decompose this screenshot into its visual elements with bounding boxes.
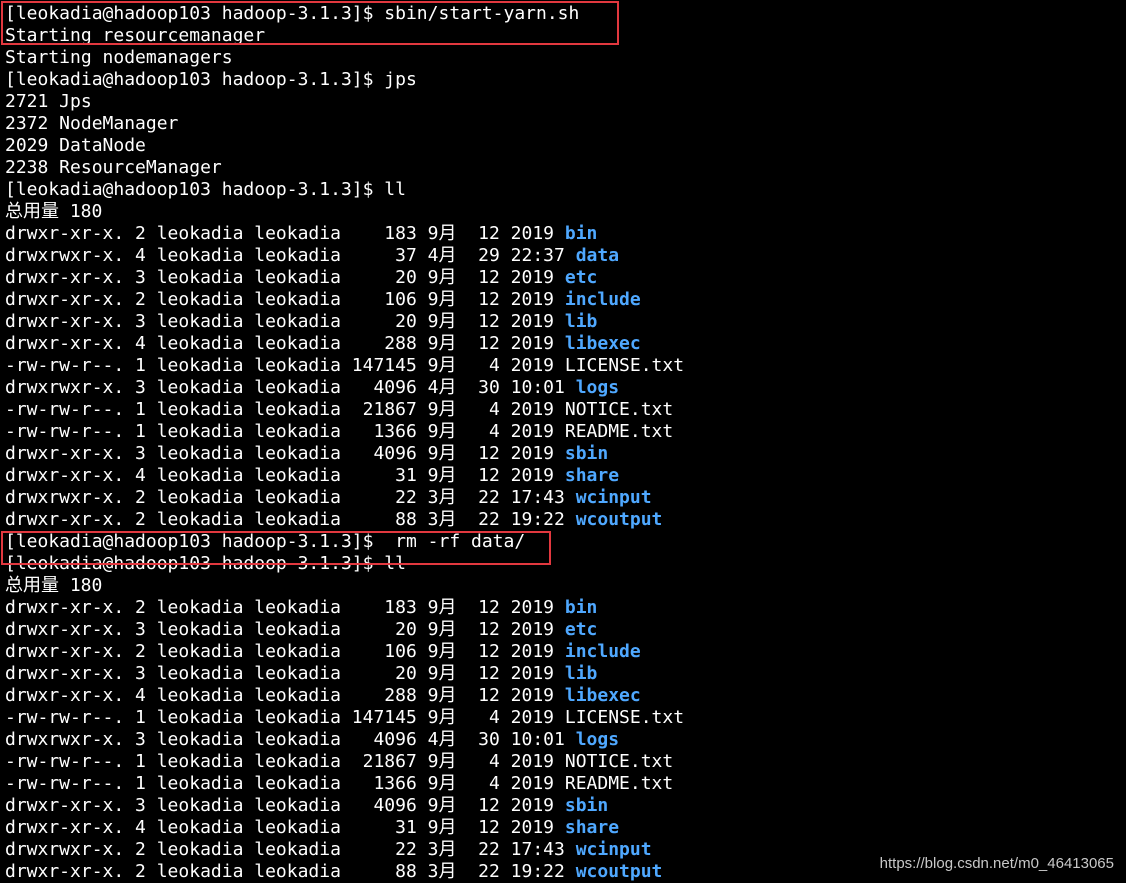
entry-meta: -rw-rw-r--. 1 leokadia leokadia 147145 9…: [5, 707, 565, 728]
listing-entry: drwxr-xr-x. 3 leokadia leokadia 20 9月 12…: [5, 267, 1126, 289]
entry-meta: -rw-rw-r--. 1 leokadia leokadia 1366 9月 …: [5, 773, 565, 794]
terminal-window[interactable]: [leokadia@hadoop103 hadoop-3.1.3]$ sbin/…: [0, 0, 1126, 883]
directory-name: bin: [564, 597, 598, 618]
directory-name: lib: [564, 311, 598, 332]
listing-entry: -rw-rw-r--. 1 leokadia leokadia 21867 9月…: [5, 751, 1126, 773]
entry-meta: drwxrwxr-x. 2 leokadia leokadia 22 3月 22…: [5, 487, 576, 508]
directory-name: sbin: [564, 443, 609, 464]
output-line: 2721 Jps: [5, 91, 92, 112]
entry-meta: drwxr-xr-x. 2 leokadia leokadia 106 9月 1…: [5, 289, 565, 310]
entry-meta: drwxrwxr-x. 3 leokadia leokadia 4096 4月 …: [5, 729, 576, 750]
directory-name: share: [564, 817, 620, 838]
entry-meta: drwxr-xr-x. 2 leokadia leokadia 183 9月 1…: [5, 597, 565, 618]
listing-entry: drwxr-xr-x. 3 leokadia leokadia 20 9月 12…: [5, 311, 1126, 333]
entry-meta: drwxr-xr-x. 3 leokadia leokadia 20 9月 12…: [5, 267, 565, 288]
entry-meta: drwxr-xr-x. 2 leokadia leokadia 88 3月 22…: [5, 861, 576, 882]
listing-entry: -rw-rw-r--. 1 leokadia leokadia 147145 9…: [5, 707, 1126, 729]
entry-meta: drwxr-xr-x. 3 leokadia leokadia 4096 9月 …: [5, 443, 565, 464]
listing-entry: drwxr-xr-x. 2 leokadia leokadia 183 9月 1…: [5, 597, 1126, 619]
listing-entry: drwxr-xr-x. 4 leokadia leokadia 288 9月 1…: [5, 685, 1126, 707]
listing-entry: -rw-rw-r--. 1 leokadia leokadia 21867 9月…: [5, 399, 1126, 421]
listing-entry: drwxrwxr-x. 3 leokadia leokadia 4096 4月 …: [5, 377, 1126, 399]
output-line: Starting nodemanagers: [5, 47, 233, 68]
file-name: NOTICE.txt: [564, 399, 674, 420]
directory-name: wcoutput: [575, 509, 663, 530]
watermark: https://blog.csdn.net/m0_46413065: [879, 855, 1114, 872]
output-line: Starting resourcemanager: [5, 25, 266, 46]
output-line: 总用量 180: [5, 201, 103, 222]
entry-meta: drwxr-xr-x. 4 leokadia leokadia 288 9月 1…: [5, 333, 565, 354]
entry-meta: drwxr-xr-x. 3 leokadia leokadia 20 9月 12…: [5, 663, 565, 684]
directory-name: data: [575, 245, 620, 266]
listing-entry: drwxr-xr-x. 4 leokadia leokadia 31 9月 12…: [5, 465, 1126, 487]
directory-name: libexec: [564, 685, 641, 706]
command-line: [leokadia@hadoop103 hadoop-3.1.3]$ sbin/…: [5, 3, 580, 24]
output-line: 2029 DataNode: [5, 135, 146, 156]
entry-meta: drwxr-xr-x. 2 leokadia leokadia 88 3月 22…: [5, 509, 576, 530]
directory-name: etc: [564, 619, 598, 640]
listing-entry: drwxr-xr-x. 2 leokadia leokadia 88 3月 22…: [5, 509, 1126, 531]
listing-entry: drwxr-xr-x. 2 leokadia leokadia 106 9月 1…: [5, 641, 1126, 663]
entry-meta: -rw-rw-r--. 1 leokadia leokadia 21867 9月…: [5, 399, 565, 420]
entry-meta: drwxr-xr-x. 4 leokadia leokadia 31 9月 12…: [5, 817, 565, 838]
entry-meta: drwxr-xr-x. 4 leokadia leokadia 31 9月 12…: [5, 465, 565, 486]
listing-entry: -rw-rw-r--. 1 leokadia leokadia 147145 9…: [5, 355, 1126, 377]
listing-entry: drwxr-xr-x. 4 leokadia leokadia 31 9月 12…: [5, 817, 1126, 839]
listing-entry: -rw-rw-r--. 1 leokadia leokadia 1366 9月 …: [5, 773, 1126, 795]
directory-name: wcoutput: [575, 861, 663, 882]
entry-meta: -rw-rw-r--. 1 leokadia leokadia 21867 9月…: [5, 751, 565, 772]
command-line: [leokadia@hadoop103 hadoop-3.1.3]$ rm -r…: [5, 531, 526, 552]
output-line: 2372 NodeManager: [5, 113, 179, 134]
entry-meta: -rw-rw-r--. 1 leokadia leokadia 147145 9…: [5, 355, 565, 376]
directory-name: include: [564, 641, 641, 662]
entry-meta: drwxr-xr-x. 3 leokadia leokadia 20 9月 12…: [5, 311, 565, 332]
directory-name: wcinput: [575, 839, 652, 860]
directory-name: share: [564, 465, 620, 486]
directory-name: bin: [564, 223, 598, 244]
file-name: NOTICE.txt: [564, 751, 674, 772]
entry-meta: drwxr-xr-x. 3 leokadia leokadia 20 9月 12…: [5, 619, 565, 640]
directory-name: include: [564, 289, 641, 310]
listing-entry: drwxr-xr-x. 3 leokadia leokadia 4096 9月 …: [5, 795, 1126, 817]
listing-entry: drwxr-xr-x. 2 leokadia leokadia 106 9月 1…: [5, 289, 1126, 311]
listing-entry: drwxr-xr-x. 3 leokadia leokadia 20 9月 12…: [5, 663, 1126, 685]
directory-name: etc: [564, 267, 598, 288]
directory-name: sbin: [564, 795, 609, 816]
file-name: LICENSE.txt: [564, 355, 685, 376]
file-name: README.txt: [564, 421, 674, 442]
directory-name: wcinput: [575, 487, 652, 508]
command-line: [leokadia@hadoop103 hadoop-3.1.3]$ ll: [5, 553, 406, 574]
listing-entry: drwxr-xr-x. 3 leokadia leokadia 4096 9月 …: [5, 443, 1126, 465]
entry-meta: drwxr-xr-x. 2 leokadia leokadia 183 9月 1…: [5, 223, 565, 244]
listing-entry: drwxrwxr-x. 3 leokadia leokadia 4096 4月 …: [5, 729, 1126, 751]
listing-entry: drwxr-xr-x. 3 leokadia leokadia 20 9月 12…: [5, 619, 1126, 641]
entry-meta: drwxrwxr-x. 3 leokadia leokadia 4096 4月 …: [5, 377, 576, 398]
file-name: LICENSE.txt: [564, 707, 685, 728]
output-line: 2238 ResourceManager: [5, 157, 222, 178]
listing-entry: drwxrwxr-x. 4 leokadia leokadia 37 4月 29…: [5, 245, 1126, 267]
directory-name: logs: [575, 377, 620, 398]
output-line: 总用量 180: [5, 575, 103, 596]
entry-meta: drwxr-xr-x. 4 leokadia leokadia 288 9月 1…: [5, 685, 565, 706]
directory-name: logs: [575, 729, 620, 750]
command-line: [leokadia@hadoop103 hadoop-3.1.3]$ jps: [5, 69, 417, 90]
listing-entry: drwxr-xr-x. 2 leokadia leokadia 183 9月 1…: [5, 223, 1126, 245]
entry-meta: drwxrwxr-x. 2 leokadia leokadia 22 3月 22…: [5, 839, 576, 860]
entry-meta: -rw-rw-r--. 1 leokadia leokadia 1366 9月 …: [5, 421, 565, 442]
directory-name: lib: [564, 663, 598, 684]
directory-name: libexec: [564, 333, 641, 354]
listing-entry: -rw-rw-r--. 1 leokadia leokadia 1366 9月 …: [5, 421, 1126, 443]
listing-entry: drwxr-xr-x. 4 leokadia leokadia 288 9月 1…: [5, 333, 1126, 355]
entry-meta: drwxrwxr-x. 4 leokadia leokadia 37 4月 29…: [5, 245, 576, 266]
file-name: README.txt: [564, 773, 674, 794]
entry-meta: drwxr-xr-x. 3 leokadia leokadia 4096 9月 …: [5, 795, 565, 816]
command-line: [leokadia@hadoop103 hadoop-3.1.3]$ ll: [5, 179, 406, 200]
entry-meta: drwxr-xr-x. 2 leokadia leokadia 106 9月 1…: [5, 641, 565, 662]
listing-entry: drwxrwxr-x. 2 leokadia leokadia 22 3月 22…: [5, 487, 1126, 509]
